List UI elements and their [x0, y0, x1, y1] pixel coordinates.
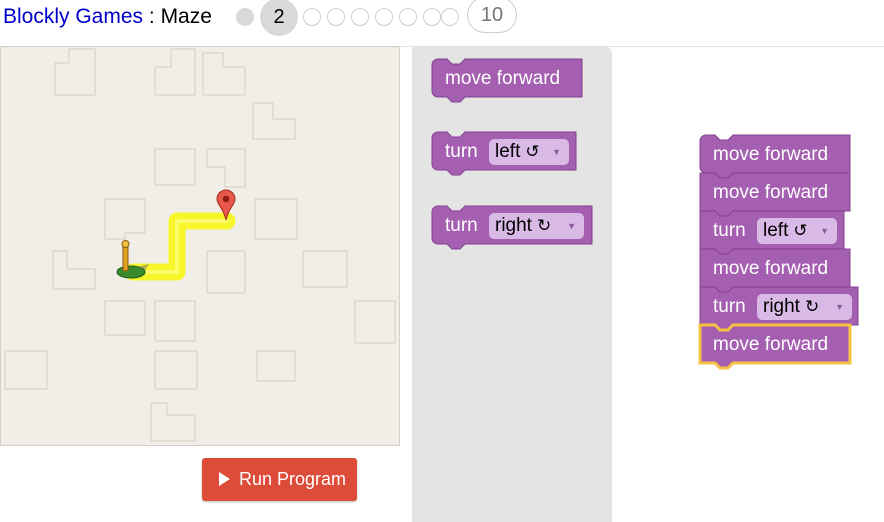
level-2-current[interactable]: 2	[260, 0, 298, 36]
block-label: turn	[445, 141, 478, 162]
direction-dropdown[interactable]: left ↺ ▼	[757, 218, 837, 244]
block-label: turn	[713, 220, 746, 241]
program-block-move-forward-2[interactable]: move forward	[699, 172, 852, 217]
level-8-dot[interactable]	[423, 8, 441, 26]
dropdown-arrow-icon: ▼	[820, 226, 829, 236]
program-block-move-forward-1[interactable]: move forward	[699, 134, 852, 179]
program-block-turn-left[interactable]: turn left ↺ ▼	[699, 210, 846, 255]
play-icon	[219, 472, 230, 486]
level-3-dot[interactable]	[303, 8, 321, 26]
block-label: move forward	[713, 258, 829, 279]
workspace[interactable]: move forward move forward turn left ↺ ▼ m…	[612, 47, 884, 522]
dropdown-arrow-icon: ▼	[835, 302, 844, 312]
turn-left-icon: ↺	[793, 221, 808, 240]
turn-right-icon: ↻	[536, 216, 552, 235]
level-6-dot[interactable]	[375, 8, 393, 26]
start-marker	[116, 240, 149, 279]
program-block-move-forward-3[interactable]: move forward	[699, 248, 852, 293]
program-block-move-forward-highlighted[interactable]: move forward	[698, 323, 852, 370]
toolbox-flyout: move forward turn left ↺ ▼ turn right ↻ ▼	[412, 46, 612, 522]
maze-canvas	[4, 48, 396, 442]
toolbox-block-turn-right[interactable]: turn right ↻ ▼	[431, 205, 594, 250]
dropdown-arrow-icon: ▼	[567, 221, 576, 231]
run-program-button[interactable]: Run Program	[202, 458, 357, 501]
page-title: Blockly Games : Maze	[3, 5, 212, 29]
dropdown-arrow-icon: ▼	[552, 147, 561, 157]
program-block-turn-right[interactable]: turn right ↻ ▼	[699, 286, 860, 331]
dropdown-value: right	[763, 296, 800, 317]
level-7-dot[interactable]	[399, 8, 417, 26]
toolbox-block-turn-left[interactable]: turn left ↺ ▼	[431, 131, 578, 176]
dropdown-value: left	[495, 141, 521, 162]
toolbox-block-move-forward[interactable]: move forward	[431, 58, 584, 103]
dropdown-value: right	[495, 215, 532, 236]
run-program-label: Run Program	[239, 469, 347, 489]
header: Blockly Games : Maze 2 10	[0, 0, 884, 44]
app-name-link[interactable]: Blockly Games	[3, 5, 143, 28]
turn-left-icon: ↺	[525, 142, 540, 161]
block-label: move forward	[713, 334, 829, 355]
game-name: Maze	[160, 5, 212, 28]
title-separator: :	[143, 5, 161, 28]
direction-dropdown[interactable]: right ↻ ▼	[757, 294, 852, 320]
block-label: move forward	[713, 182, 829, 203]
level-1-dot[interactable]	[236, 8, 254, 26]
block-label: move forward	[445, 68, 561, 89]
direction-dropdown[interactable]: left ↺ ▼	[489, 139, 569, 165]
level-10-button[interactable]: 10	[467, 0, 517, 33]
level-9-dot[interactable]	[441, 8, 459, 26]
block-label: move forward	[713, 144, 829, 165]
block-label: turn	[713, 296, 746, 317]
level-5-dot[interactable]	[351, 8, 369, 26]
direction-dropdown[interactable]: right ↻ ▼	[489, 213, 584, 239]
maze-board	[0, 46, 400, 446]
level-4-dot[interactable]	[327, 8, 345, 26]
block-label: turn	[445, 215, 478, 236]
dropdown-value: left	[763, 220, 789, 241]
turn-right-icon: ↻	[804, 297, 820, 316]
